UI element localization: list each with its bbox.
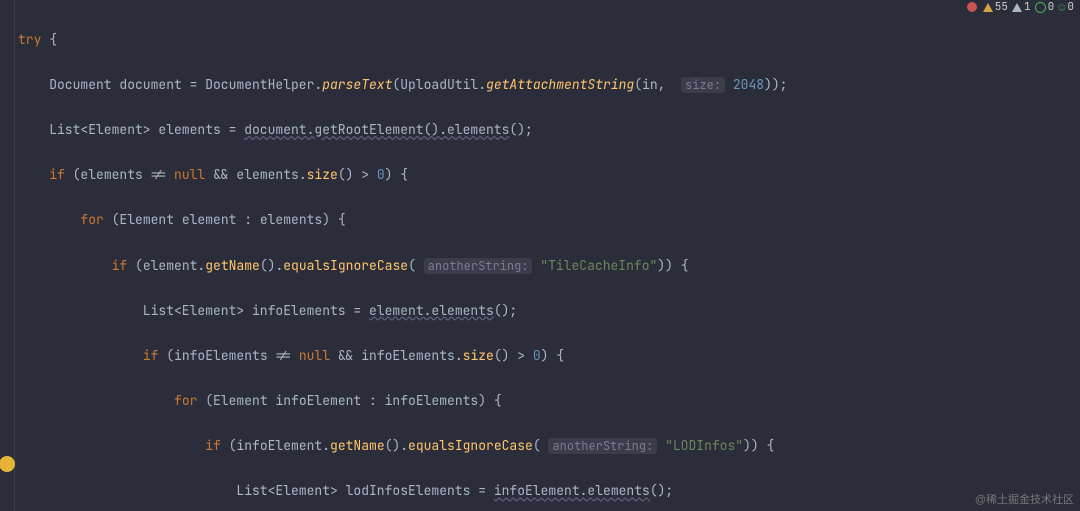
green-count: 0 [1048, 0, 1055, 14]
weak-warning-count: 1 [1024, 0, 1031, 14]
inspection-status-bar[interactable]: 55 1 0 ☺ 0 [967, 0, 1074, 14]
warning-icon [983, 3, 993, 12]
code-line[interactable]: if (infoElements != null && infoElements… [18, 345, 1076, 368]
editor-gutter [0, 0, 15, 511]
parameter-hint: anotherString: [548, 438, 657, 454]
weak-warning-status[interactable]: 1 [1012, 0, 1031, 14]
code-line[interactable]: List<Element> infoElements = element.ele… [18, 300, 1076, 323]
code-line[interactable]: for (Element element : elements) { [18, 209, 1076, 232]
weak-warning-icon [1012, 3, 1022, 12]
code-editor[interactable]: 55 1 0 ☺ 0 try { Document document = Doc… [0, 0, 1080, 511]
parameter-hint: anotherString: [424, 258, 533, 274]
person-icon: ☺ [1058, 1, 1065, 13]
warning-count: 55 [995, 0, 1008, 14]
code-line[interactable]: try { [18, 29, 1076, 52]
code-area[interactable]: try { Document document = DocumentHelper… [18, 6, 1076, 511]
error-status[interactable] [967, 2, 979, 12]
code-line[interactable]: List<Element> lodInfosElements = infoEle… [18, 480, 1076, 503]
code-line[interactable]: if (infoElement.getName().equalsIgnoreCa… [18, 435, 1076, 458]
error-icon [967, 2, 977, 12]
reader-status[interactable]: ☺ 0 [1058, 0, 1074, 14]
green-circle-icon [1035, 2, 1046, 13]
code-line[interactable]: List<Element> elements = document.getRoo… [18, 119, 1076, 142]
watermark: @稀土掘金技术社区 [975, 491, 1074, 507]
code-line[interactable]: if (element.getName().equalsIgnoreCase( … [18, 255, 1076, 278]
person-count: 0 [1067, 0, 1074, 14]
code-line[interactable]: if (elements != null && elements.size() … [18, 164, 1076, 187]
warning-status[interactable]: 55 [983, 0, 1008, 14]
code-line[interactable]: for (Element infoElement : infoElements)… [18, 390, 1076, 413]
typo-status[interactable]: 0 [1035, 0, 1055, 14]
code-line[interactable]: Document document = DocumentHelper.parse… [18, 74, 1076, 97]
parameter-hint: size: [681, 77, 725, 93]
